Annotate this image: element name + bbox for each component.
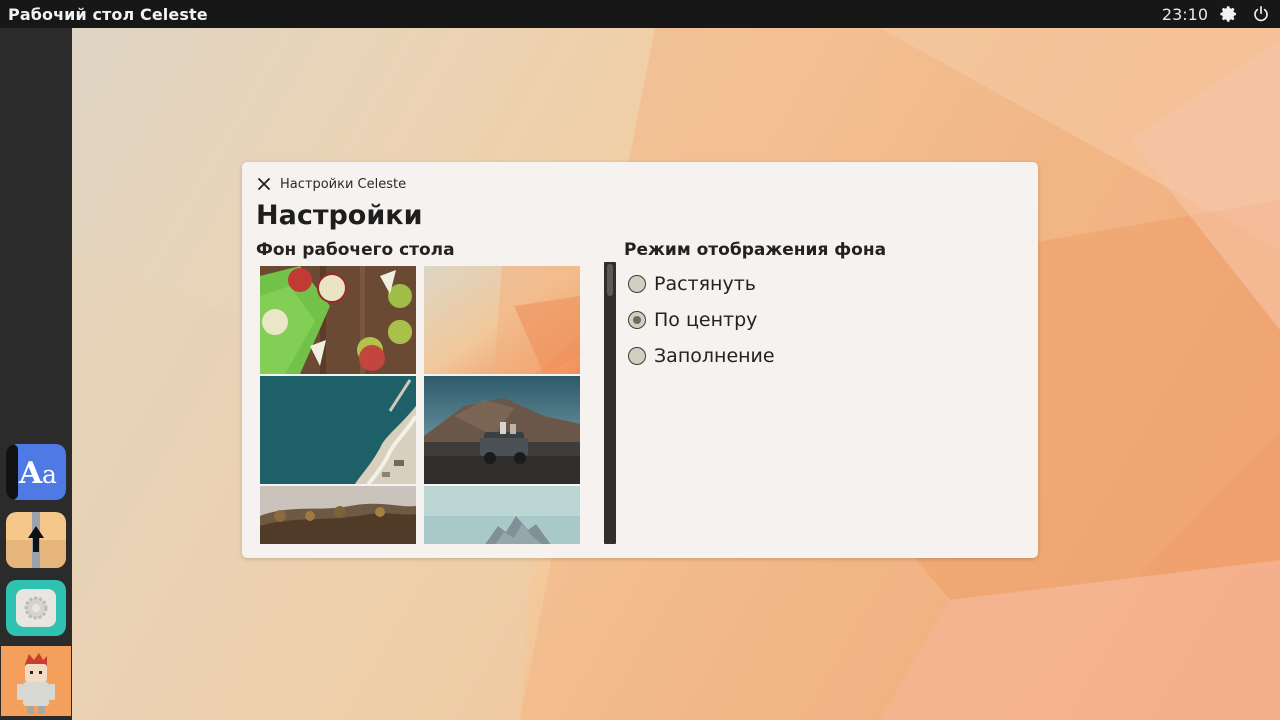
forest-hills-photo bbox=[260, 486, 416, 544]
dock: A a bbox=[0, 28, 72, 720]
wallpaper-section-title: Фон рабочего стола bbox=[256, 240, 455, 260]
topbar-tray: 23:10 bbox=[1162, 3, 1272, 25]
radio-button[interactable] bbox=[628, 347, 646, 365]
settings-window: Настройки Celeste Настройки Фон рабочего… bbox=[242, 162, 1038, 558]
gallery-scroll-thumb[interactable] bbox=[607, 264, 613, 296]
radio-label: По центру bbox=[654, 309, 758, 331]
avatar-icon bbox=[1, 646, 71, 716]
dock-fonts-app[interactable]: A a bbox=[6, 444, 66, 500]
power-icon[interactable] bbox=[1250, 3, 1272, 25]
wallpaper-thumb-gradient[interactable] bbox=[424, 266, 580, 374]
radio-button[interactable] bbox=[628, 311, 646, 329]
wallpaper-thumb-hills[interactable] bbox=[260, 486, 416, 544]
gear-icon bbox=[6, 580, 66, 636]
wallpaper-thumb-apples[interactable] bbox=[260, 266, 416, 374]
window-header: Настройки Celeste bbox=[256, 176, 406, 192]
jeep-volcano-photo bbox=[424, 376, 580, 484]
window-subtitle: Настройки Celeste bbox=[280, 176, 407, 192]
desktop-title: Рабочий стол Celeste bbox=[8, 4, 208, 24]
dock-settings-app[interactable] bbox=[6, 580, 66, 636]
svg-text:a: a bbox=[42, 460, 57, 489]
svg-text:A: A bbox=[18, 456, 43, 491]
wallpaper-gallery bbox=[260, 266, 584, 544]
wallpaper-thumb-peaks[interactable] bbox=[424, 486, 580, 544]
close-icon[interactable] bbox=[256, 176, 272, 192]
dock-user-avatar[interactable] bbox=[1, 646, 71, 716]
radio-label: Растянуть bbox=[654, 273, 756, 295]
font-aa-icon: A a bbox=[6, 444, 66, 500]
arrow-up-package-icon bbox=[6, 512, 66, 568]
page-title: Настройки bbox=[256, 200, 423, 231]
top-bar: Рабочий стол Celeste 23:10 bbox=[0, 0, 1280, 28]
sea-aerial-photo bbox=[260, 376, 416, 484]
display-mode-section-title: Режим отображения фона bbox=[624, 240, 887, 260]
radio-button[interactable] bbox=[628, 275, 646, 293]
radio-label: Заполнение bbox=[654, 345, 775, 367]
gear-icon[interactable] bbox=[1218, 3, 1240, 25]
wallpaper-thumb-jeep[interactable] bbox=[424, 376, 580, 484]
gallery-scrollbar[interactable] bbox=[604, 262, 616, 544]
peach-gradient-photo bbox=[424, 266, 580, 374]
radio-option-fill[interactable]: Заполнение bbox=[626, 338, 775, 374]
mountain-peaks-photo bbox=[424, 486, 580, 544]
clock[interactable]: 23:10 bbox=[1162, 5, 1208, 24]
radio-option-center[interactable]: По центру bbox=[626, 302, 775, 338]
dock-updater-app[interactable] bbox=[6, 512, 66, 568]
wallpaper-thumb-sea[interactable] bbox=[260, 376, 416, 484]
radio-option-stretch[interactable]: Растянуть bbox=[626, 266, 775, 302]
apples-photo bbox=[260, 266, 416, 374]
display-mode-options: Растянуть По центру Заполнение bbox=[626, 266, 775, 374]
